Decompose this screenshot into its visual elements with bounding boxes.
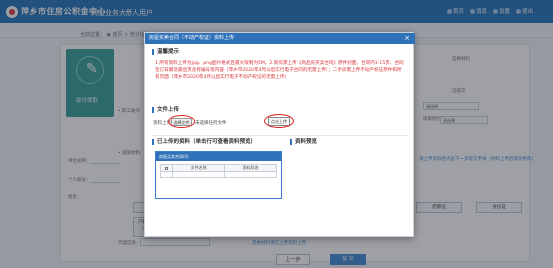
no-file-text: 未选择任何文件 [195, 121, 227, 126]
table-header: 资料状态 [224, 164, 277, 172]
annotation-circle [264, 114, 294, 128]
table-header [159, 164, 174, 172]
hint-text: 1.所有资料上传为jpg、png图片格式且最大限制为5M。2.新房需上传《商品房… [155, 61, 404, 80]
uploaded-table: 文件名称 资料状态 [159, 164, 277, 178]
section-divider [152, 135, 408, 136]
uploaded-list: 房屋买卖合同(0) 文件名称 资料状态 [155, 151, 282, 199]
uploaded-list-header[interactable]: 房屋买卖合同(0) [156, 152, 281, 161]
hint-section-title: 温馨提示 [152, 49, 179, 55]
close-icon[interactable]: × [404, 33, 410, 44]
upload-section-title: 文件上传 [152, 107, 179, 113]
select-all-checkbox[interactable] [165, 166, 169, 170]
table-header: 文件名称 [172, 164, 226, 172]
upload-row: 资料上传 选择文件 未选择任何文件 点击上传 [153, 114, 403, 129]
upload-modal: 房屋买卖合同（不动产权证）资料上传 × 温馨提示 1.所有资料上传为jpg、pn… [144, 32, 415, 237]
preview-section-title: 资料预览 [290, 139, 317, 145]
table-row[interactable] [159, 171, 277, 178]
uploaded-section-title: 已上传的资料（单击行可查看资料预览） [152, 139, 256, 145]
modal-title: 房屋买卖合同（不动产权证）资料上传 [145, 33, 415, 44]
annotation-circle [168, 115, 195, 128]
